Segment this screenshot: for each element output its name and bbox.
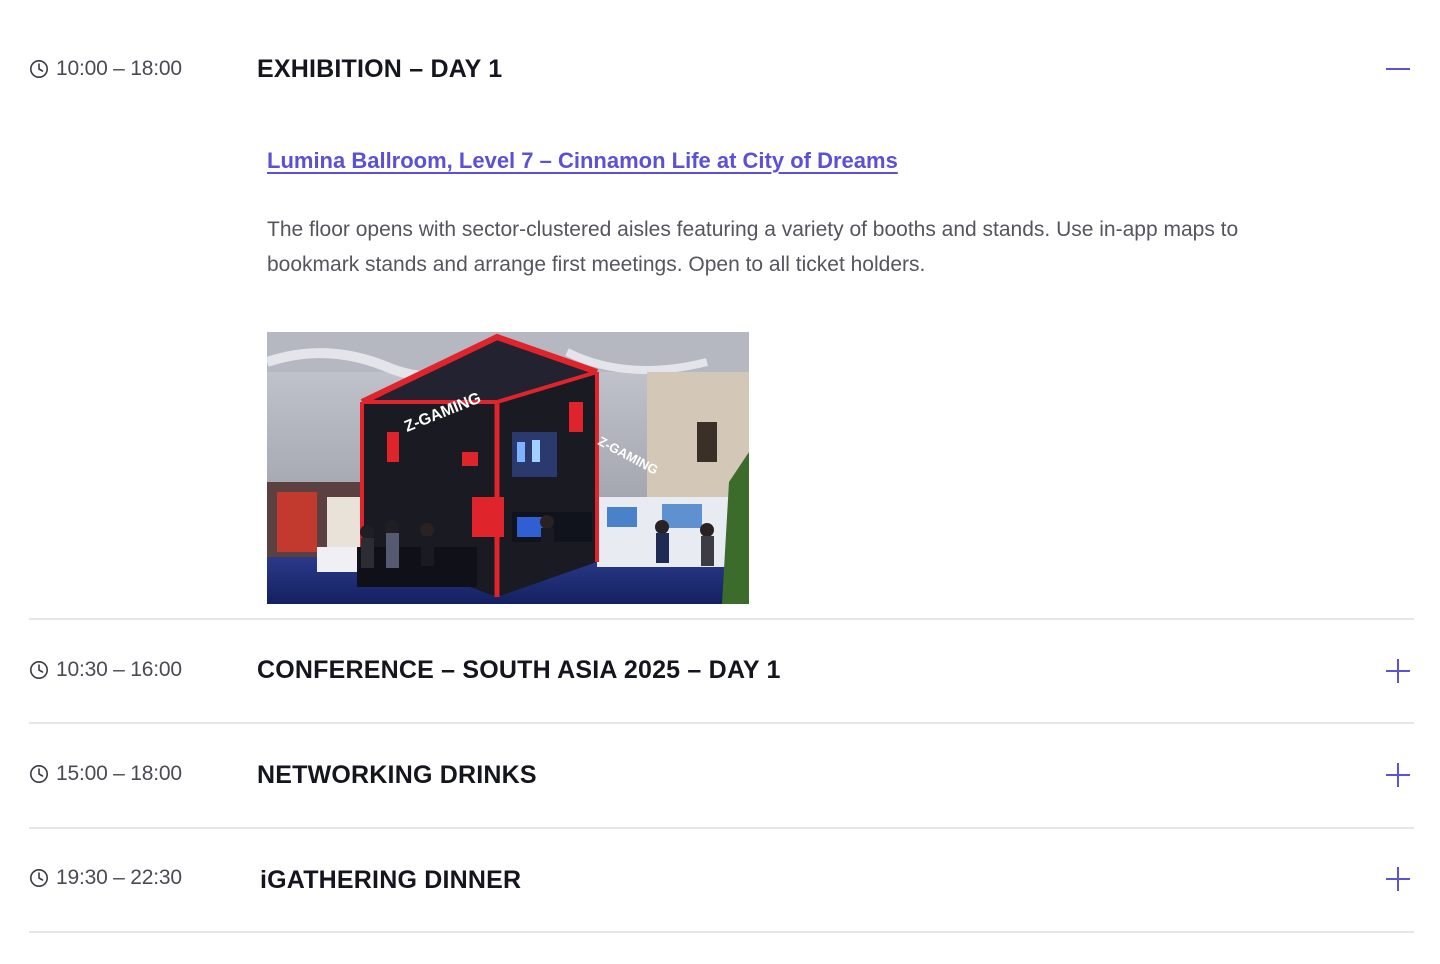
agenda-item-title: iGATHERING DINNER — [260, 866, 522, 894]
plus-icon[interactable] — [1384, 761, 1412, 789]
agenda-item-details: Lumina Ballroom, Level 7 – Cinnamon Life… — [29, 120, 1414, 618]
agenda-accordion: 10:00 – 18:00 EXHIBITION – DAY 1 Lumina … — [29, 0, 1414, 933]
clock-icon — [30, 765, 48, 783]
time-range: 10:00 – 18:00 — [56, 57, 182, 80]
time-range: 15:00 – 18:00 — [56, 762, 182, 785]
agenda-item: 10:00 – 18:00 EXHIBITION – DAY 1 Lumina … — [29, 0, 1414, 620]
clock-icon — [30, 869, 48, 887]
agenda-item-time: 10:00 – 18:00 — [29, 57, 182, 81]
exhibition-booth-photo: Z-GAMING Z-GAMING — [267, 332, 749, 604]
agenda-item: 15:00 – 18:00 NETWORKING DRINKS — [29, 724, 1414, 829]
plus-icon[interactable] — [1384, 657, 1412, 685]
agenda-item-title: EXHIBITION – DAY 1 — [257, 55, 503, 83]
agenda-item-time: 10:30 – 16:00 — [29, 658, 182, 682]
minus-icon[interactable] — [1384, 55, 1412, 83]
agenda-item: 10:30 – 16:00 CONFERENCE – SOUTH ASIA 20… — [29, 620, 1414, 724]
agenda-item-title: CONFERENCE – SOUTH ASIA 2025 – DAY 1 — [257, 656, 781, 684]
time-range: 10:30 – 16:00 — [56, 658, 182, 681]
agenda-item-description: The floor opens with sector-clustered ai… — [267, 218, 1239, 276]
time-range: 19:30 – 22:30 — [56, 866, 182, 889]
venue-link[interactable]: Lumina Ballroom, Level 7 – Cinnamon Life… — [267, 148, 898, 174]
agenda-item-header[interactable]: 15:00 – 18:00 NETWORKING DRINKS — [29, 724, 1414, 827]
agenda-item: 19:30 – 22:30 iGATHERING DINNER — [29, 829, 1414, 933]
clock-icon — [30, 661, 48, 679]
agenda-item-header[interactable]: 10:30 – 16:00 CONFERENCE – SOUTH ASIA 20… — [29, 620, 1414, 722]
clock-icon — [30, 60, 48, 78]
agenda-item-header[interactable]: 19:30 – 22:30 iGATHERING DINNER — [29, 829, 1414, 931]
agenda-item-header[interactable]: 10:00 – 18:00 EXHIBITION – DAY 1 — [29, 0, 1414, 120]
agenda-item-time: 15:00 – 18:00 — [29, 762, 182, 786]
agenda-item-title: NETWORKING DRINKS — [257, 761, 537, 789]
agenda-item-time: 19:30 – 22:30 — [29, 866, 182, 890]
booth-illustration: Z-GAMING Z-GAMING — [267, 332, 749, 604]
plus-icon[interactable] — [1384, 865, 1412, 893]
